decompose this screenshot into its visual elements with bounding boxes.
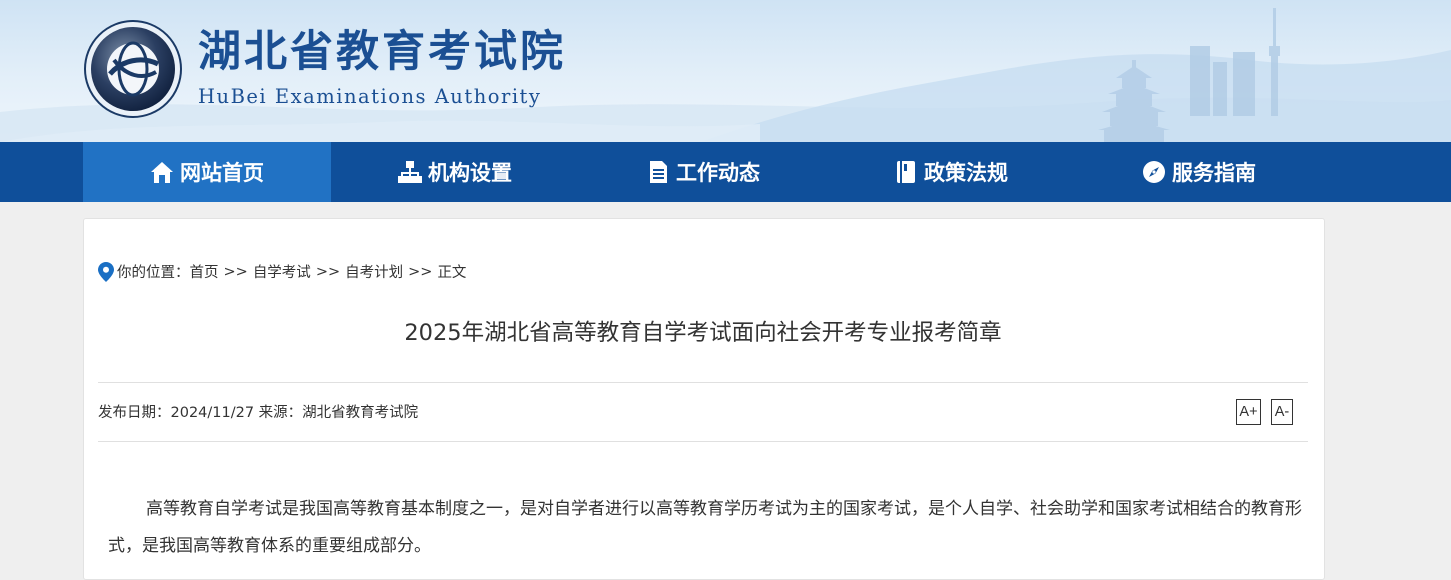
meta-divider — [98, 441, 1308, 442]
breadcrumb-prefix: 你的位置： — [117, 265, 190, 281]
nav-item-organization[interactable]: 机构设置 — [331, 142, 579, 202]
breadcrumb-separator: >> — [223, 263, 248, 280]
hbea-logo-emblem — [84, 20, 182, 118]
article-paragraph: 高等教育自学考试是我国高等教育基本制度之一，是对自学者进行以高等教育学历考试为主… — [108, 499, 1302, 556]
breadcrumb-separator: >> — [315, 263, 341, 280]
site-title: 湖北省教育考试院 — [198, 27, 566, 77]
font-increase-button[interactable]: A+ — [1236, 399, 1261, 425]
book-icon — [897, 161, 915, 183]
breadcrumb-current: 正文 — [437, 265, 467, 281]
nav-item-policies[interactable]: 政策法规 — [827, 142, 1075, 202]
home-icon — [151, 162, 173, 183]
main-navigation: 网站首页 机构设置 工作动态 政策法规 服务指南 — [0, 142, 1451, 202]
nav-item-service-guide[interactable]: 服务指南 — [1075, 142, 1323, 202]
breadcrumb-separator: >> — [408, 263, 433, 280]
breadcrumb-self-study-link[interactable]: 自学考试 — [253, 261, 311, 282]
breadcrumb-home-link[interactable]: 首页 — [190, 261, 219, 282]
article-title: 2025年湖北省高等教育自学考试面向社会开考专业报考简章 — [404, 320, 1002, 346]
document-icon — [650, 161, 667, 183]
nav-item-label: 政策法规 — [924, 161, 1008, 185]
site-header: 湖北省教育考试院 HuBei Examinations Authority — [0, 0, 1451, 142]
breadcrumb-plan-link[interactable]: 自考计划 — [345, 261, 403, 282]
article-meta: 发布日期：2024/11/27 来源：湖北省教育考试院 — [98, 405, 419, 421]
nav-item-work-news[interactable]: 工作动态 — [579, 142, 827, 202]
nav-item-label: 网站首页 — [180, 161, 264, 185]
nav-item-label: 机构设置 — [428, 161, 512, 185]
location-pin-icon — [98, 261, 114, 282]
nav-item-label: 工作动态 — [676, 161, 760, 185]
org-chart-icon — [398, 161, 422, 183]
nav-item-label: 服务指南 — [1172, 161, 1256, 185]
nav-item-home[interactable]: 网站首页 — [83, 142, 331, 202]
font-decrease-button[interactable]: A- — [1271, 399, 1293, 425]
article-container: 你的位置： 首页 >> 自学考试 >> 自考计划 >> 正文 2025年湖北省高… — [83, 218, 1325, 580]
compass-icon — [1143, 161, 1165, 183]
site-subtitle: HuBei Examinations Authority — [198, 85, 542, 108]
title-divider — [98, 382, 1308, 383]
breadcrumb: 你的位置： 首页 >> 自学考试 >> 自考计划 >> 正文 — [98, 261, 466, 282]
